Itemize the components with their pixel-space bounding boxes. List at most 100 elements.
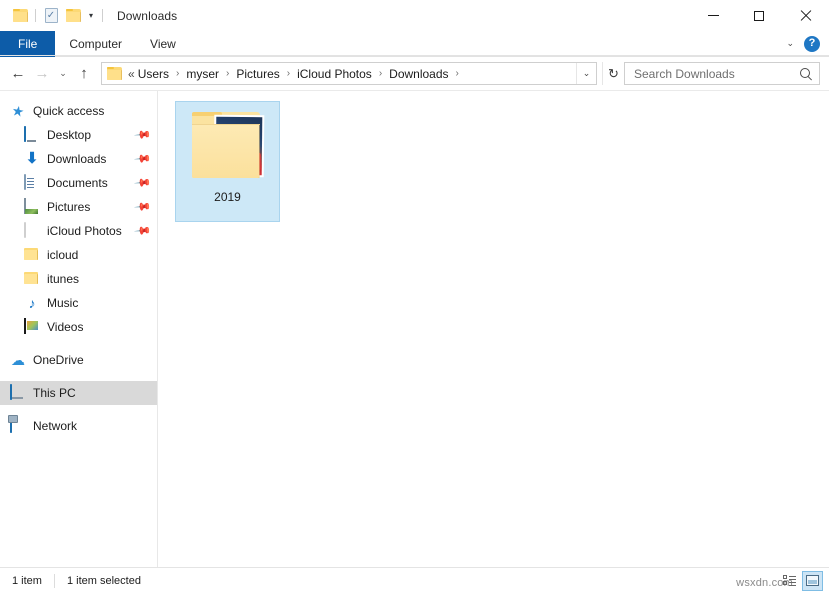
breadcrumb-bar[interactable]: « Users › myser › Pictures › iCloud Phot… bbox=[101, 62, 597, 85]
status-bar: 1 item 1 item selected wsxdn.com bbox=[0, 567, 829, 593]
this-pc-icon bbox=[10, 384, 26, 401]
group-gap bbox=[0, 405, 157, 414]
sidebar-item-downloads[interactable]: ⬇ Downloads 📌 bbox=[0, 147, 157, 171]
onedrive-icon: ☁ bbox=[11, 352, 25, 368]
sidebar-item-label: Documents bbox=[47, 176, 108, 190]
breadcrumb-item-icloud-photos[interactable]: iCloud Photos bbox=[296, 67, 373, 81]
refresh-button[interactable]: ↻ bbox=[602, 62, 624, 85]
sidebar-item-label: icloud bbox=[47, 248, 79, 262]
qat-properties-icon[interactable]: ✓ bbox=[40, 5, 62, 27]
sidebar-item-label: Network bbox=[33, 419, 78, 433]
breadcrumb-separator-icon[interactable]: › bbox=[450, 68, 465, 79]
breadcrumb-item-pictures[interactable]: Pictures bbox=[235, 67, 280, 81]
pin-icon: 📌 bbox=[133, 149, 152, 168]
sidebar-item-label: itunes bbox=[47, 272, 80, 286]
navigation-pane: ★ Quick access Desktop 📌 ⬇ Downloads 📌 D… bbox=[0, 91, 158, 567]
search-box[interactable] bbox=[624, 62, 820, 85]
folder-item-2019[interactable]: 2019 bbox=[175, 101, 280, 222]
tab-computer[interactable]: Computer bbox=[55, 31, 136, 57]
network-icon bbox=[10, 417, 26, 434]
group-gap bbox=[0, 339, 157, 348]
pin-icon: 📌 bbox=[133, 221, 152, 240]
sidebar-item-label: iCloud Photos bbox=[47, 224, 122, 238]
quick-access-toolbar: ✓ ▾ bbox=[0, 5, 107, 27]
sidebar-item-label: Pictures bbox=[47, 200, 91, 214]
download-icon: ⬇ bbox=[25, 150, 39, 167]
group-gap bbox=[0, 372, 157, 381]
breadcrumb-separator-icon[interactable]: › bbox=[170, 68, 185, 79]
minimize-button[interactable] bbox=[690, 0, 736, 31]
minimize-icon bbox=[707, 15, 719, 16]
sidebar-item-quick-access[interactable]: ★ Quick access bbox=[0, 99, 157, 123]
sidebar-item-label: OneDrive bbox=[33, 353, 84, 367]
sidebar-item-onedrive[interactable]: ☁ OneDrive bbox=[0, 348, 157, 372]
sidebar-item-videos[interactable]: Videos bbox=[0, 315, 157, 339]
folder-icon bbox=[12, 9, 28, 22]
up-button[interactable]: ↑ bbox=[72, 62, 96, 86]
sidebar-item-label: Music bbox=[47, 296, 79, 310]
details-view-icon bbox=[783, 575, 796, 586]
folder-item-label: 2019 bbox=[214, 190, 241, 204]
folder-icon bbox=[24, 247, 40, 263]
pin-icon: 📌 bbox=[133, 173, 152, 192]
sidebar-item-icloud[interactable]: icloud bbox=[0, 243, 157, 267]
help-icon[interactable]: ? bbox=[804, 35, 820, 52]
details-view-button[interactable] bbox=[779, 571, 800, 591]
pin-icon: 📌 bbox=[133, 197, 152, 216]
search-input[interactable] bbox=[634, 66, 799, 81]
sidebar-item-itunes[interactable]: itunes bbox=[0, 267, 157, 291]
collapse-ribbon-icon[interactable]: ⌄ bbox=[786, 38, 794, 49]
file-list-view[interactable]: 2019 bbox=[158, 91, 829, 567]
back-button[interactable]: ← bbox=[6, 62, 30, 86]
sidebar-item-music[interactable]: ♪ Music bbox=[0, 291, 157, 315]
breadcrumb-overflow-icon[interactable]: « bbox=[127, 67, 137, 81]
maximize-button[interactable] bbox=[736, 0, 782, 31]
view-mode-buttons bbox=[779, 570, 823, 591]
star-icon: ★ bbox=[10, 102, 26, 120]
icloud-photos-icon bbox=[24, 222, 40, 239]
address-bar: ← → ⌄ ↑ « Users › myser › Pictures › iCl… bbox=[0, 57, 829, 90]
video-icon bbox=[24, 318, 40, 335]
sidebar-item-desktop[interactable]: Desktop 📌 bbox=[0, 123, 157, 147]
recent-locations-button[interactable]: ⌄ bbox=[54, 62, 72, 86]
sidebar-item-network[interactable]: Network bbox=[0, 414, 157, 438]
ribbon-right-controls: ⌄ ? bbox=[786, 31, 829, 56]
breadcrumb-separator-icon[interactable]: › bbox=[373, 68, 388, 79]
desktop-icon bbox=[24, 126, 40, 143]
forward-button[interactable]: → bbox=[30, 62, 54, 86]
sidebar-item-label: This PC bbox=[33, 386, 76, 400]
breadcrumb-item-users[interactable]: Users bbox=[137, 67, 170, 81]
address-dropdown-icon[interactable]: ⌄ bbox=[576, 63, 596, 84]
sidebar-item-pictures[interactable]: Pictures 📌 bbox=[0, 195, 157, 219]
search-icon[interactable] bbox=[799, 67, 813, 81]
sidebar-item-label: Quick access bbox=[33, 104, 105, 118]
breadcrumb-separator-icon[interactable]: › bbox=[220, 68, 235, 79]
folder-icon bbox=[24, 271, 40, 287]
pictures-icon bbox=[24, 198, 40, 215]
sidebar-item-documents[interactable]: Documents 📌 bbox=[0, 171, 157, 195]
music-icon: ♪ bbox=[28, 295, 36, 311]
qat-customize-caret-icon[interactable]: ▾ bbox=[84, 11, 98, 20]
tab-view[interactable]: View bbox=[136, 31, 190, 57]
title-bar: ✓ ▾ Downloads bbox=[0, 0, 829, 31]
large-icons-view-button[interactable] bbox=[802, 570, 823, 591]
breadcrumb-item-myser[interactable]: myser bbox=[185, 67, 220, 81]
ribbon-tab-bar: File Computer View ⌄ ? bbox=[0, 31, 829, 57]
tab-file[interactable]: File bbox=[0, 31, 56, 57]
qat-new-folder-icon[interactable] bbox=[62, 5, 84, 27]
pin-icon: 📌 bbox=[133, 125, 152, 144]
maximize-icon bbox=[754, 10, 764, 21]
breadcrumb-item-downloads[interactable]: Downloads bbox=[388, 67, 449, 81]
divider bbox=[35, 9, 36, 22]
selection-count-label: 1 item selected bbox=[66, 574, 141, 587]
breadcrumb-separator-icon[interactable]: › bbox=[281, 68, 296, 79]
large-icons-view-icon bbox=[806, 575, 819, 586]
close-button[interactable] bbox=[782, 0, 829, 31]
file-explorer-window: ✓ ▾ Downloads File Computer View ⌄ ? ← →… bbox=[0, 0, 829, 593]
sidebar-item-icloud-photos[interactable]: iCloud Photos 📌 bbox=[0, 219, 157, 243]
breadcrumb: « Users › myser › Pictures › iCloud Phot… bbox=[127, 67, 576, 81]
window-title: Downloads bbox=[117, 8, 178, 23]
sidebar-item-this-pc[interactable]: This PC bbox=[0, 381, 157, 405]
divider-2 bbox=[102, 9, 103, 22]
qat-folder-icon[interactable] bbox=[9, 5, 31, 27]
